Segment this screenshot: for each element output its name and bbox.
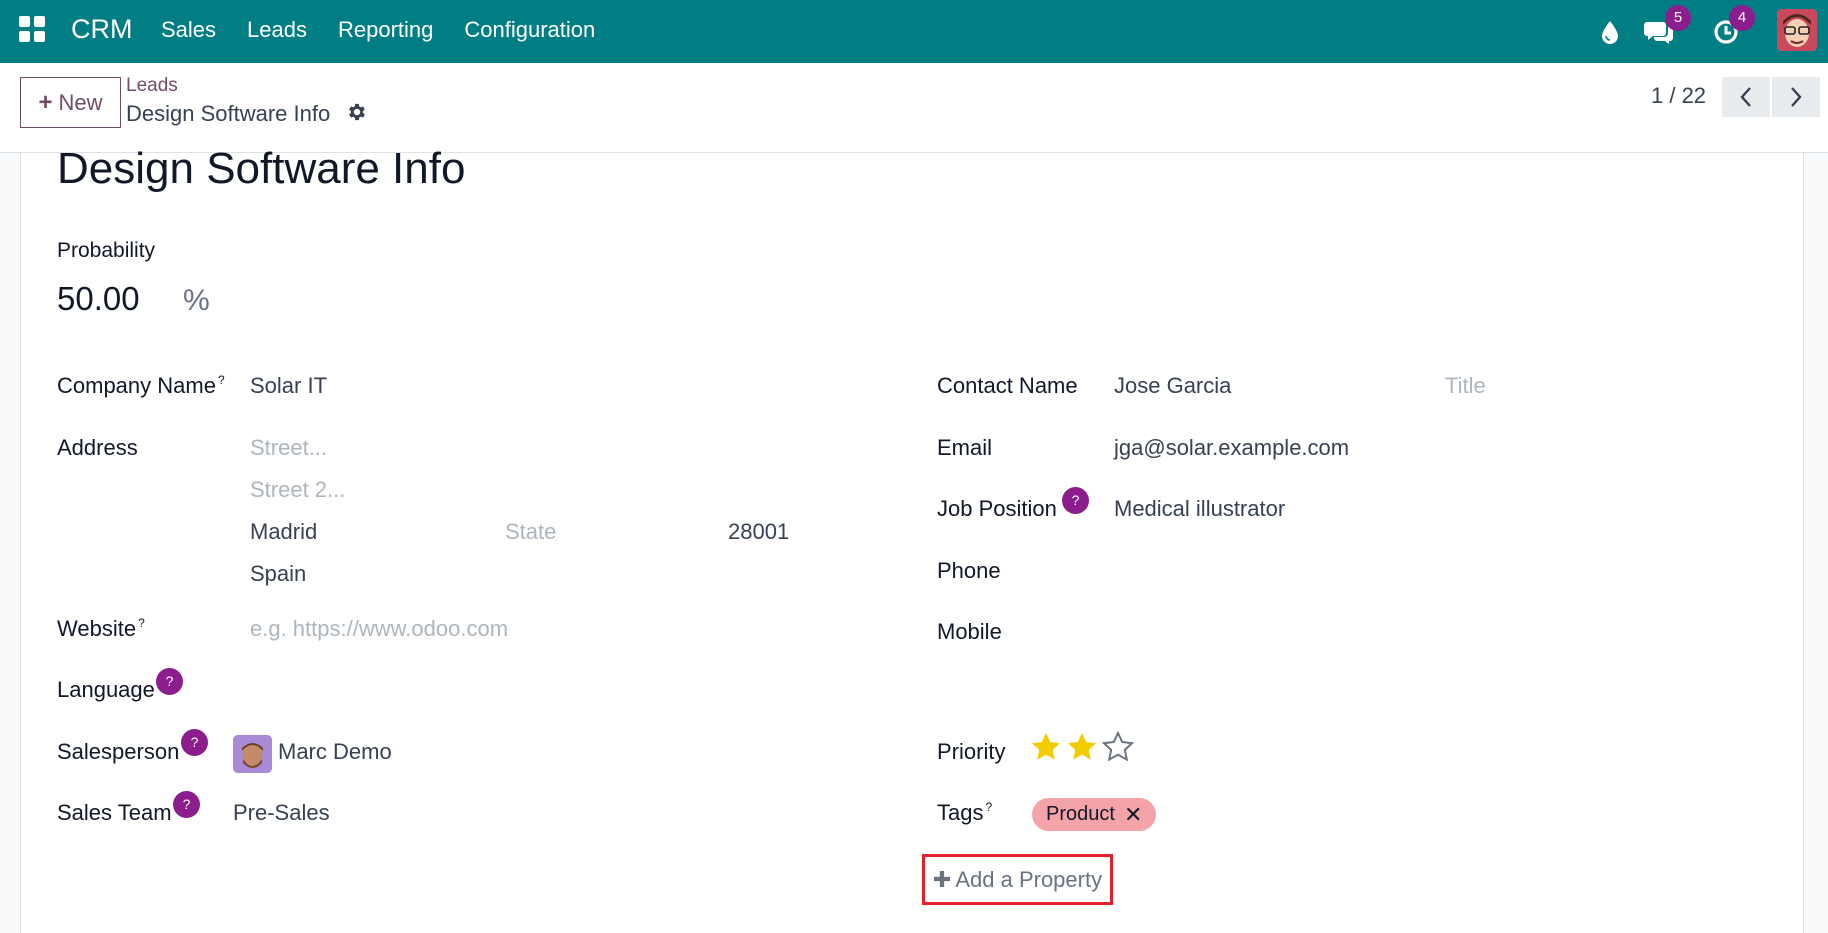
add-property-button[interactable]: ✚ Add a Property — [922, 854, 1113, 905]
help-sup: ? — [138, 616, 145, 630]
messages-badge: 5 — [1665, 5, 1691, 31]
drop-icon[interactable] — [1597, 0, 1623, 63]
main-menu: Sales Leads Reporting Configuration — [161, 17, 626, 43]
breadcrumb-parent[interactable]: Leads — [126, 75, 178, 97]
salesperson-avatar — [233, 735, 272, 773]
job-position-input[interactable]: Medical illustrator — [1114, 496, 1285, 522]
mobile-label: Mobile — [937, 619, 1002, 644]
help-sup: ? — [985, 800, 993, 814]
menu-item-sales[interactable]: Sales — [161, 17, 216, 43]
contact-name-input[interactable]: Jose Garcia — [1114, 373, 1231, 399]
activities-badge: 4 — [1729, 5, 1755, 31]
contact-name-label: Contact Name — [937, 373, 1078, 398]
address-label: Address — [57, 435, 138, 460]
salesperson-help-icon[interactable]: ? — [181, 729, 208, 756]
new-button[interactable]: + New — [20, 77, 121, 128]
user-avatar[interactable] — [1777, 9, 1817, 51]
tag-label: Product — [1046, 803, 1115, 825]
star-filled-icon[interactable] — [1030, 731, 1062, 763]
close-icon[interactable]: ✕ — [1124, 802, 1142, 828]
probability-unit: % — [183, 284, 210, 317]
help-sup: ? — [217, 373, 225, 387]
contact-title-select[interactable]: Title — [1445, 373, 1486, 399]
probability-label: Probability — [57, 239, 156, 262]
email-input[interactable]: jga@solar.example.com — [1114, 435, 1349, 461]
apps-menu-icon[interactable] — [19, 16, 45, 42]
top-navbar: CRM Sales Leads Reporting Configuration … — [0, 0, 1828, 63]
salesperson-value[interactable]: Marc Demo — [278, 739, 392, 765]
state-select[interactable]: State — [505, 519, 556, 545]
menu-item-leads[interactable]: Leads — [247, 17, 307, 43]
plus-icon: ✚ — [932, 866, 952, 892]
tags-label: Tags? — [937, 800, 993, 825]
email-label: Email — [937, 435, 993, 460]
menu-item-reporting[interactable]: Reporting — [338, 17, 433, 43]
job-position-label: Job Position — [937, 496, 1057, 521]
pager-value: 1 / 22 — [1651, 83, 1707, 108]
menu-item-configuration[interactable]: Configuration — [464, 17, 595, 43]
phone-label: Phone — [937, 558, 1001, 583]
gear-icon[interactable] — [346, 101, 370, 125]
city-input[interactable]: Madrid — [250, 519, 317, 545]
sales-team-value[interactable]: Pre-Sales — [233, 800, 330, 826]
company-name-input[interactable]: Solar IT — [250, 373, 327, 399]
chevron-right-icon — [1791, 87, 1802, 107]
add-property-label: Add a Property — [955, 866, 1103, 892]
country-select[interactable]: Spain — [250, 561, 306, 587]
breadcrumb-current: Design Software Info — [126, 101, 331, 126]
priority-label: Priority — [937, 739, 1006, 764]
zip-input[interactable]: 28001 — [728, 519, 789, 545]
probability-input[interactable]: 50.00 — [57, 280, 140, 318]
control-panel: + New Leads Design Software Info 1 / 22 — [0, 63, 1828, 153]
chevron-left-icon — [1740, 87, 1751, 107]
company-name-label: Company Name? — [57, 373, 225, 398]
website-label: Website? — [57, 616, 145, 641]
street-input[interactable]: Street... — [250, 435, 327, 461]
app-brand[interactable]: CRM — [71, 14, 133, 45]
pager-previous-button[interactable] — [1722, 77, 1770, 117]
star-empty-icon[interactable] — [1101, 730, 1135, 763]
sales-team-label: Sales Team — [57, 800, 172, 825]
new-button-label: New — [58, 89, 103, 115]
plus-icon: + — [38, 88, 53, 116]
street2-input[interactable]: Street 2... — [250, 477, 345, 503]
language-label: Language — [57, 677, 155, 702]
language-help-icon[interactable]: ? — [156, 668, 183, 695]
star-filled-icon[interactable] — [1066, 731, 1098, 763]
job-position-help-icon[interactable]: ? — [1062, 487, 1089, 514]
sales-team-help-icon[interactable]: ? — [173, 791, 200, 818]
pager-next-button[interactable] — [1772, 77, 1820, 117]
tag-product: Product ✕ — [1032, 798, 1157, 831]
website-input[interactable]: e.g. https://www.odoo.com — [250, 616, 508, 642]
salesperson-label: Salesperson — [57, 739, 180, 764]
lead-title[interactable]: Design Software Info — [57, 144, 465, 194]
